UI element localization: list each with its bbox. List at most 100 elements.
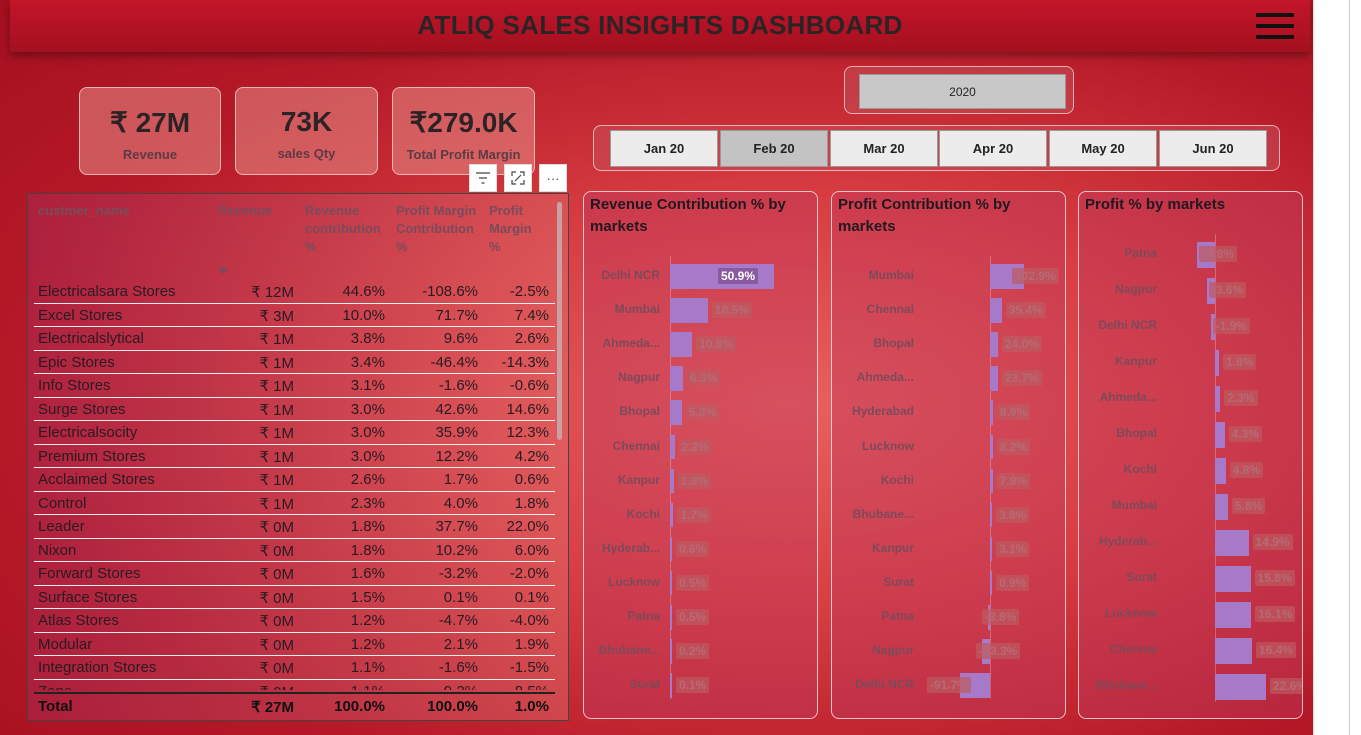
data-label: -3.6% [1208,282,1247,298]
table-row[interactable]: Info Stores ₹ 1M 3.1% -1.6% -0.6% [34,374,555,398]
table-row[interactable]: Atlas Stores ₹ 0M 1.2% -4.7% -4.0% [34,609,555,633]
table-row[interactable]: Electricalslytical ₹ 1M 3.8% 9.6% 2.6% [34,327,555,351]
cell-revenue: ₹ 0M [259,542,294,560]
column-header-profit-margin-contribution[interactable]: Profit Margin Contribution % [396,202,482,256]
category-label: Ahmeda... [1099,390,1157,404]
kpi-card-revenue: ₹ 27M Revenue [79,87,221,175]
category-label: Kanpur [872,540,914,555]
bar[interactable] [670,605,672,630]
table-row[interactable]: Control ₹ 1M 2.3% 4.0% 1.8% [34,492,555,515]
cell-profit-margin-contribution: 37.7% [435,518,478,535]
table-row[interactable]: Excel Stores ₹ 3M 10.0% 71.7% 7.4% [34,304,555,327]
bar[interactable] [670,502,674,528]
month-button[interactable]: Jun 20 [1159,130,1267,167]
cell-revenue: ₹ 0M [259,613,294,630]
month-button[interactable]: May 20 [1049,130,1157,167]
bar[interactable] [990,366,998,391]
bar[interactable] [670,298,708,323]
month-button[interactable]: Apr 20 [939,130,1047,167]
column-header-profit-margin[interactable]: Profit Margin % [489,202,539,256]
month-button[interactable]: Mar 20 [830,130,938,167]
column-header-customer[interactable]: custmer_name [38,202,130,220]
cell-customer-name: Electricalsocity [38,424,138,441]
bar[interactable] [670,434,675,460]
table-row[interactable]: Leader ₹ 0M 1.8% 37.7% 22.0% [34,515,555,539]
category-label: Bhubane... [1095,678,1157,692]
focus-mode-icon[interactable] [504,164,532,192]
bar[interactable] [1215,530,1249,556]
bar[interactable] [990,536,992,562]
table-row[interactable]: Premium Stores ₹ 1M 3.0% 12.2% 4.2% [34,445,555,468]
bar[interactable] [1215,458,1226,484]
dashboard-canvas: ATLIQ SALES INSIGHTS DASHBOARD ₹ 27M Rev… [0,0,1313,735]
table-body: Electricalsara Stores ₹ 12M 44.6% -108.6% -2… [34,280,555,690]
data-label: 3.8% [996,506,1030,523]
filter-icon[interactable] [469,164,497,192]
sort-desc-icon [218,268,228,274]
bar[interactable] [670,673,672,698]
bar[interactable] [990,502,992,528]
cell-revenue-contribution: 3.8% [350,330,385,347]
data-label: 50.9% [718,268,759,284]
table-row[interactable]: Nixon ₹ 0M 1.8% 10.2% 6.0% [34,539,555,562]
table-row[interactable]: Modular ₹ 0M 1.2% 2.1% 1.9% [34,633,555,656]
bar[interactable] [1215,494,1229,520]
table-scrollbar[interactable] [557,202,562,440]
cell-customer-name: Surface Stores [38,588,138,606]
more-options-icon[interactable]: ··· [539,164,567,192]
bar[interactable] [1215,386,1221,412]
category-label: Lucknow [861,438,914,453]
data-label: -3.8% [982,609,1020,625]
bar[interactable] [1215,674,1266,700]
bar[interactable] [1215,422,1225,448]
category-label: Kochi [880,472,914,487]
bar[interactable] [1215,566,1251,592]
table-row[interactable]: Electricalsocity ₹ 1M 3.0% 35.9% 12.3% [34,421,555,445]
cell-revenue-contribution: 44.6% [342,283,385,300]
cell-profit-margin-contribution: 9.6% [443,330,478,347]
table-row[interactable]: Electricalsara Stores ₹ 12M 44.6% -108.6% -2… [34,280,555,304]
bar[interactable] [990,468,993,494]
cell-revenue: ₹ 0M [259,566,294,583]
bar[interactable] [670,366,683,391]
total-profit-margin-contribution: 100.0% [427,698,478,715]
bar[interactable] [670,639,672,664]
table-row[interactable]: Surge Stores ₹ 1M 3.0% 42.6% 14.6% [34,398,555,421]
month-slicer: Jan 20 Feb 20 Mar 20 Apr 20 May 20 Jun 2… [593,125,1280,171]
data-label: 0.9% [996,574,1030,591]
table-row[interactable]: Forward Stores ₹ 0M 1.6% -3.2% -2.0% [34,562,555,586]
bar[interactable] [990,298,1002,323]
month-button[interactable]: Jan 20 [610,130,718,167]
month-button-selected[interactable]: Feb 20 [720,130,828,167]
column-header-revenue-contribution[interactable]: Revenue contribution % [305,202,389,256]
table-row[interactable]: Acclaimed Stores ₹ 1M 2.6% 1.7% 0.6% [34,468,555,492]
bar[interactable] [670,468,674,494]
cell-revenue-contribution: 3.0% [350,400,385,418]
bar[interactable] [990,434,993,460]
hamburger-menu-icon[interactable] [1256,13,1294,43]
bar[interactable] [670,570,672,596]
table-row[interactable]: Integration Stores ₹ 0M 1.1% -1.6% -1.5% [34,656,555,680]
cell-profit-margin-contribution: -108.6% [422,283,478,300]
cell-profit-margin-contribution: -9.2% [439,683,478,691]
cell-customer-name: Zone [38,683,72,691]
table-row[interactable]: Zone ₹ 0M 1.1% -9.2% -8.5% [34,680,555,691]
bar[interactable] [670,332,693,357]
revenue-contribution-chart: Revenue Contribution % by markets Delhi … [583,191,818,719]
bar[interactable] [670,536,672,562]
data-label: 6.3% [686,370,721,387]
category-label: Kochi [1123,462,1157,476]
cell-customer-name: Acclaimed Stores [38,471,155,488]
bar[interactable] [990,570,992,596]
bar[interactable] [1215,638,1252,664]
table-row[interactable]: Surface Stores ₹ 0M 1.5% 0.1% 0.1% [34,586,555,609]
table-row[interactable]: Epic Stores ₹ 1M 3.4% -46.4% -14.3% [34,351,555,374]
bar[interactable] [990,332,998,357]
year-button[interactable]: 2020 [859,74,1066,109]
category-label: Delhi NCR [1098,318,1157,332]
bar[interactable] [1215,602,1252,628]
column-header-revenue[interactable]: Revenue [218,202,272,220]
bar[interactable] [990,400,993,425]
bar[interactable] [670,400,682,425]
bar[interactable] [1215,350,1220,376]
